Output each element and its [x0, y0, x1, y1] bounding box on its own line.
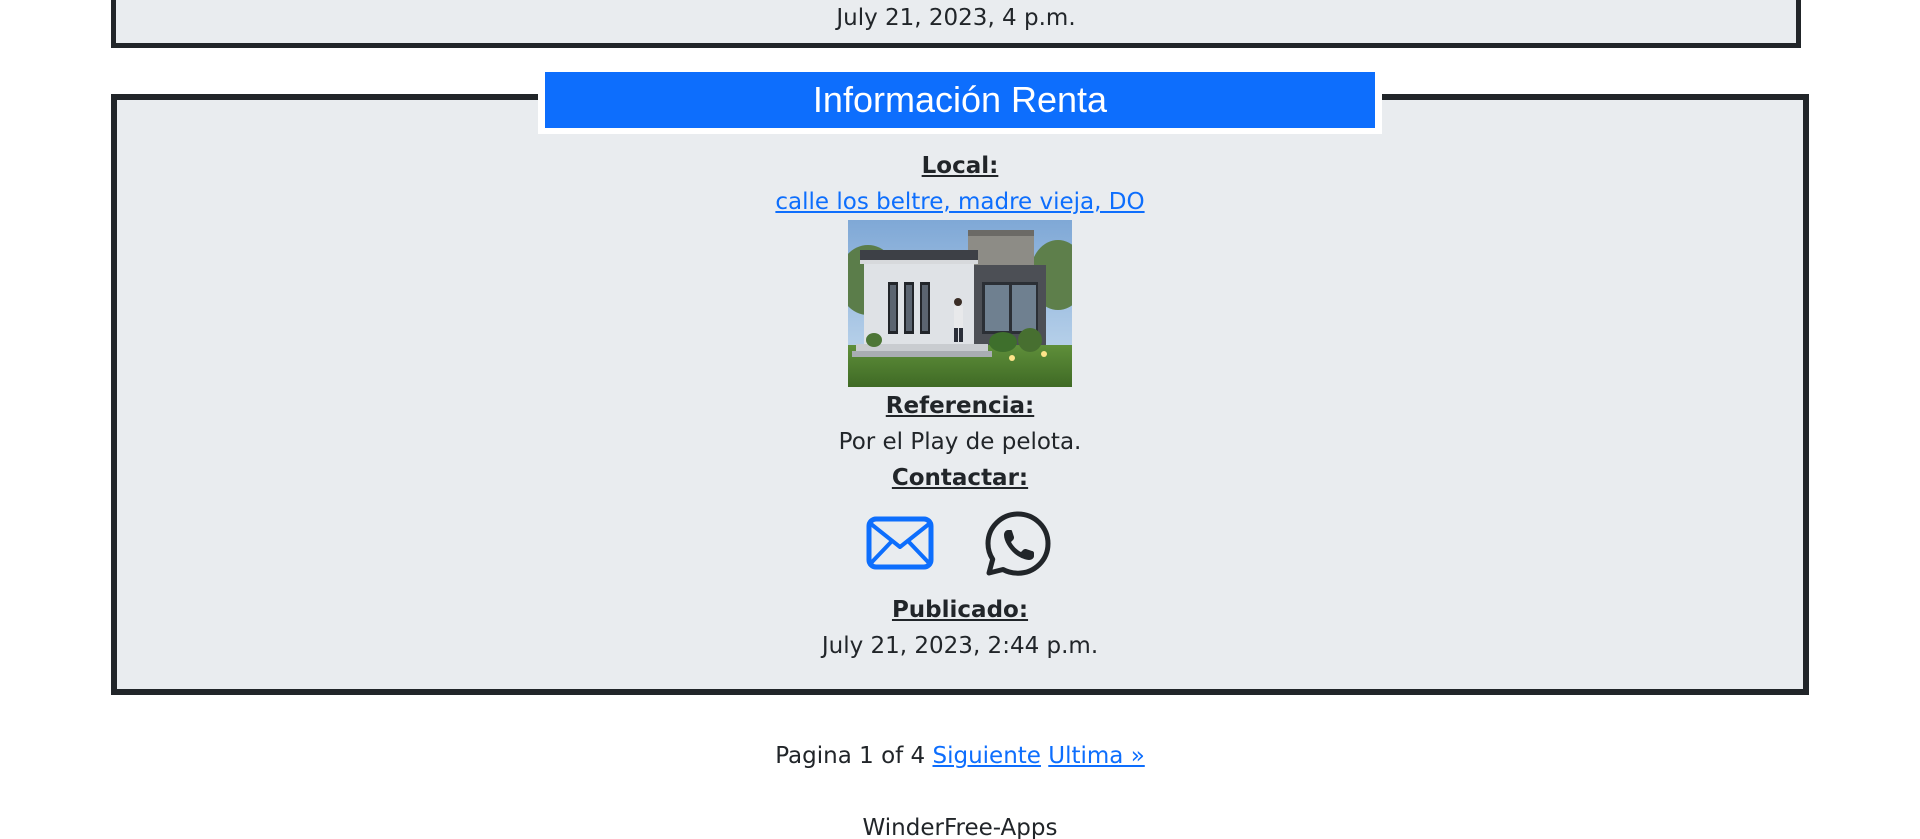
- property-photo[interactable]: [848, 220, 1072, 387]
- reference-label: Referencia:: [885, 393, 1035, 419]
- card-title: Información Renta: [545, 72, 1375, 128]
- card-header: Información Renta: [538, 66, 1382, 134]
- pagination: Pagina 1 of 4 Siguiente Ultima »: [0, 742, 1920, 770]
- published-value-row: July 21, 2023, 2:44 p.m.: [0, 632, 1920, 660]
- reference-value-row: Por el Play de pelota.: [0, 428, 1920, 456]
- reference-label-row: Referencia:: [0, 392, 1920, 420]
- last-page-link[interactable]: Ultima »: [1048, 743, 1145, 769]
- contact-label: Contactar:: [891, 465, 1029, 491]
- previous-published-date: July 21, 2023, 4 p.m.: [836, 5, 1076, 31]
- local-value-row: calle los beltre, madre vieja, DO: [0, 188, 1920, 216]
- previous-rental-card: July 21, 2023, 4 p.m.: [111, 0, 1801, 48]
- pagination-status: Pagina 1 of 4: [775, 743, 926, 769]
- next-page-link[interactable]: Siguiente: [933, 743, 1041, 769]
- contact-label-row: Contactar:: [0, 464, 1920, 492]
- published-label: Publicado:: [891, 597, 1029, 623]
- published-date: July 21, 2023, 2:44 p.m.: [821, 633, 1099, 659]
- local-label-row: Local:: [0, 152, 1920, 180]
- envelope-icon[interactable]: [866, 516, 934, 570]
- published-label-row: Publicado:: [0, 596, 1920, 624]
- page: July 21, 2023, 4 p.m. Información Renta …: [0, 0, 1920, 839]
- location-link[interactable]: calle los beltre, madre vieja, DO: [775, 189, 1144, 215]
- whatsapp-icon[interactable]: [984, 510, 1052, 578]
- local-label: Local:: [921, 153, 999, 179]
- footer-text: WinderFree-Apps: [862, 815, 1058, 839]
- reference-value: Por el Play de pelota.: [838, 429, 1082, 455]
